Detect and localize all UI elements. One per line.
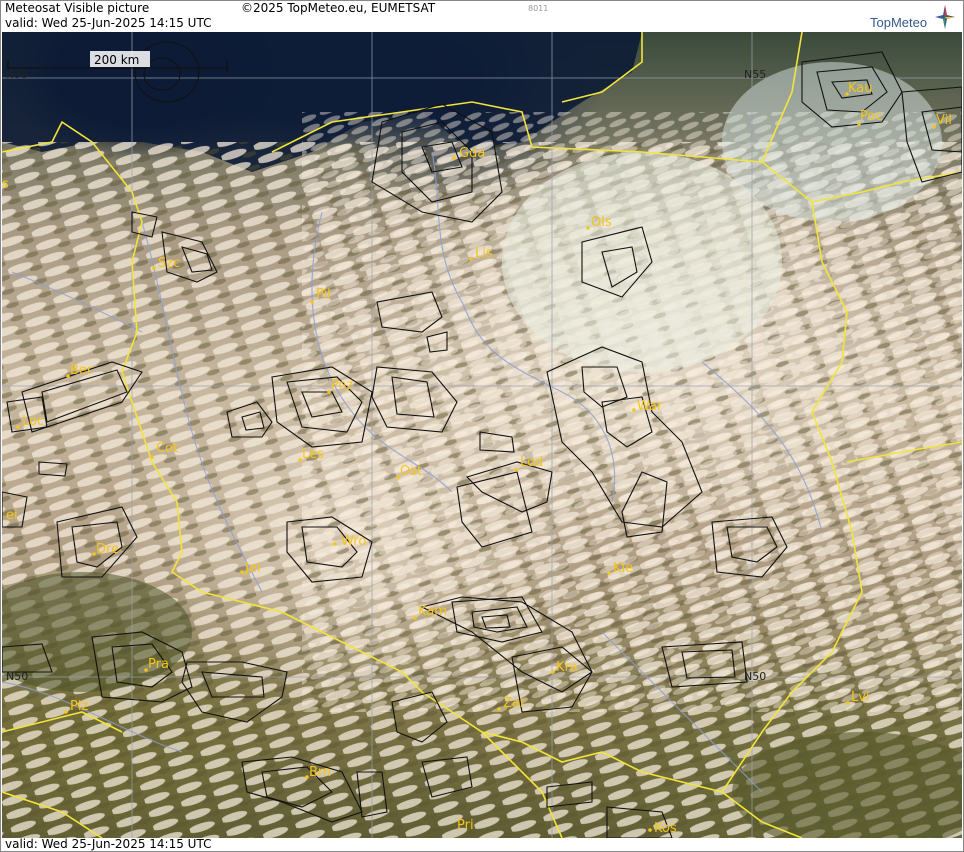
city-pra: Pra (144, 657, 169, 672)
city-vil: Vil (932, 113, 952, 129)
svg-text:Szc: Szc (158, 256, 180, 271)
city-kra: Kra (551, 660, 578, 675)
svg-text:Loc: Loc (22, 414, 44, 429)
city-ber: Ber (66, 363, 93, 378)
svg-text:Kau: Kau (848, 81, 873, 96)
svg-text:Wro: Wro (341, 534, 366, 549)
svg-text:Gda: Gda (459, 146, 485, 161)
svg-text:Poz: Poz (331, 378, 353, 393)
city-war: War (632, 399, 663, 414)
header-bar: Meteosat Visible picture valid: Wed 25-J… (0, 0, 964, 32)
scale-label: 200 km (94, 53, 139, 67)
svg-text:Lis: Lis (475, 246, 493, 261)
city-poz: Poz (327, 378, 353, 394)
svg-text:Kie: Kie (613, 561, 633, 576)
svg-text:Brn: Brn (309, 765, 331, 780)
city-brn: Brn (305, 765, 331, 780)
svg-text:ei: ei (6, 508, 18, 523)
svg-text:Poc: Poc (860, 109, 882, 124)
svg-text:Plz: Plz (70, 699, 88, 714)
satellite-map[interactable]: 200 km N55 N55 N50 N50 Gda Kau Poc Vil O… (2, 32, 962, 838)
svg-text:Zar: Zar (503, 696, 526, 711)
svg-text:Vil: Vil (936, 113, 952, 128)
city-dre: Dre (92, 542, 119, 557)
lat-n55-right: N55 (744, 68, 766, 81)
svg-text:Kra: Kra (556, 660, 578, 675)
svg-text:Jel: Jel (244, 561, 260, 576)
image-code: 8011 (528, 4, 549, 13)
svg-text:Ost: Ost (400, 464, 422, 479)
map-overlay: 200 km N55 N55 N50 N50 Gda Kau Poc Vil O… (2, 32, 962, 838)
city-s: s (2, 177, 9, 192)
city-ost: Ost (396, 464, 422, 479)
topmeteo-logo-text: TopMeteo (870, 15, 928, 30)
svg-text:Pri: Pri (457, 818, 474, 833)
city-ei: ei (6, 508, 18, 523)
copyright-text: ©2025 TopMeteo.eu, EUMETSAT (241, 1, 436, 15)
city-kau: Kau (845, 81, 873, 96)
city-kam: Kam (413, 604, 447, 620)
svg-text:Cot: Cot (156, 441, 178, 456)
svg-text:Pra: Pra (148, 657, 169, 672)
lat-n55-left: N55 (6, 68, 28, 81)
svg-text:Kam: Kam (418, 604, 447, 619)
svg-text:s: s (2, 177, 9, 192)
city-ols: Ols (586, 215, 612, 230)
svg-text:Pil: Pil (316, 287, 331, 302)
svg-text:Ols: Ols (591, 215, 612, 230)
picture-title: Meteosat Visible picture (5, 1, 150, 15)
svg-text:Lvi: Lvi (851, 690, 870, 705)
city-les: Les (298, 447, 324, 462)
city-pri: Pri (457, 818, 474, 833)
svg-text:Ber: Ber (70, 363, 93, 378)
compass-star-icon (935, 5, 955, 29)
city-poc: Poc (857, 109, 882, 126)
svg-text:Dre: Dre (96, 542, 119, 557)
svg-text:Les: Les (302, 447, 324, 462)
lat-n50-right: N50 (744, 670, 766, 683)
valid-time-top: valid: Wed 25-Jun-2025 14:15 UTC (5, 16, 212, 30)
svg-text:Kos: Kos (654, 821, 677, 836)
lat-n50-left: N50 (6, 670, 28, 683)
svg-text:Lod: Lod (520, 455, 543, 470)
valid-time-bottom: valid: Wed 25-Jun-2025 14:15 UTC (5, 837, 212, 851)
svg-text:War: War (637, 399, 663, 414)
